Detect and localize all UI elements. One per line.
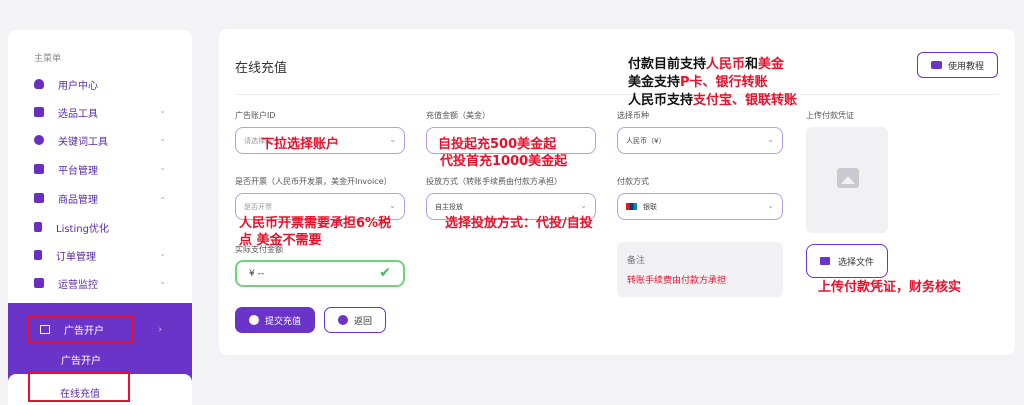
doc-icon [34, 222, 42, 232]
recharge-card: 在线充值 使用教程 广告账户ID 请选择账户 ⌄ 充值金额（美金） 选择币种 人… [219, 29, 1015, 355]
sidebar-item-label: 平台管理 [58, 165, 98, 177]
sidebar-item-label: 运营监控 [58, 279, 98, 291]
box-icon [34, 193, 44, 203]
chevron-down-icon: ⌄ [159, 163, 166, 172]
divider [235, 94, 999, 95]
upload-preview[interactable] [806, 127, 888, 233]
sidebar-item-label: 关键词工具 [58, 136, 108, 148]
sidebar-item-orders[interactable]: 订单管理 ⌄ [16, 244, 184, 266]
chart-icon [34, 278, 44, 288]
tutorial-button-label: 使用教程 [947, 61, 984, 72]
invoice-placeholder: 是否开票 [244, 202, 272, 211]
video-icon [930, 61, 942, 69]
payment-label: 付款方式 [617, 177, 649, 186]
chat-icon [34, 135, 44, 145]
sidebar-item-product-tools[interactable]: 选品工具 ⌄ [16, 101, 184, 123]
note-title: 备注 [627, 256, 646, 266]
chevron-down-icon: ⌄ [159, 192, 166, 201]
amount-label: 充值金额（美金） [426, 111, 490, 120]
ad-account-label: 广告账户ID [235, 111, 276, 120]
sidebar-item-ad-account[interactable]: 广告开户 [28, 315, 134, 343]
currency-value: 人民币（¥） [626, 136, 666, 145]
monitor-icon [34, 164, 44, 174]
actual-amount-value: ¥ -- [249, 268, 265, 279]
sidebar-ad-section: 广告开户 › 广告开户 在线充值 [8, 303, 192, 405]
note-text: 转账手续费由付款方承担 [627, 276, 727, 286]
note-box: 备注 转账手续费由付款方承担 [617, 242, 783, 297]
sidebar-item-label: 广告开户 [64, 325, 104, 337]
sidebar-item-label: 订单管理 [56, 251, 96, 263]
sidebar-item-products[interactable]: 商品管理 ⌄ [16, 187, 184, 209]
annotation-delivery-hint: 选择投放方式：代投/自投 [445, 216, 593, 231]
sidebar-item-label: 商品管理 [58, 194, 98, 206]
currency-select[interactable]: 人民币（¥） ⌄ [617, 127, 783, 154]
chevron-down-icon: ⌄ [767, 201, 774, 210]
sidebar-item-user-center[interactable]: 用户中心 [16, 73, 184, 95]
sidebar-item-label: 用户中心 [58, 80, 98, 92]
image-icon [837, 168, 859, 188]
delivery-label: 投放方式（转账手续费由付款方承担） [426, 177, 562, 186]
annotation-upload-hint: 上传付款凭证，财务核实 [818, 280, 962, 295]
delivery-value: 自主投放 [435, 202, 463, 211]
bag-icon [34, 107, 44, 117]
chevron-down-icon: ⌄ [159, 134, 166, 143]
annotation-tax-2: 点 美金不需要 [239, 233, 322, 248]
annotation-min-amount-2: 代投首充1000美金起 [440, 154, 568, 169]
sidebar-item-label: Listing优化 [56, 223, 109, 235]
chevron-down-icon: ⌄ [580, 201, 587, 210]
submit-label: 提交充值 [264, 316, 301, 327]
cloud-icon [34, 79, 44, 89]
clipboard-icon [34, 250, 42, 260]
currency-label: 选择币种 [617, 111, 649, 120]
sidebar-item-listing[interactable]: Listing优化 [16, 216, 184, 238]
invoice-label: 是否开票（人民币开发票，美金开Invoice） [235, 177, 392, 186]
chevron-down-icon: ⌄ [389, 201, 396, 210]
upload-label: 上传付款凭证 [806, 111, 854, 120]
highlight-box [28, 371, 130, 402]
sidebar-item-keyword-tools[interactable]: 关键词工具 ⌄ [16, 129, 184, 151]
chevron-right-icon: › [158, 325, 162, 335]
sidebar: 主菜单 用户中心 选品工具 ⌄ 关键词工具 ⌄ 平台管理 ⌄ 商品管理 ⌄ Li… [8, 30, 192, 405]
back-arrow-icon [337, 315, 348, 325]
chevron-down-icon: ⌄ [159, 249, 166, 258]
back-button[interactable]: 返回 [324, 307, 386, 333]
chevron-down-icon: ⌄ [159, 277, 166, 286]
payment-value: 银联 [643, 202, 657, 211]
sidebar-subitem-ad-account[interactable]: 广告开户 [61, 352, 101, 367]
unionpay-icon [626, 203, 637, 210]
check-icon: ✔ [379, 265, 391, 281]
folder-icon [819, 257, 830, 265]
annotation-pay-line1: 付款目前支持人民币和美金 [628, 57, 785, 72]
sidebar-item-label: 选品工具 [58, 108, 98, 120]
annotation-pay-line2: 美金支持P卡、银行转账 [628, 75, 768, 90]
submit-button[interactable]: 提交充值 [235, 307, 315, 333]
chevron-down-icon: ⌄ [389, 135, 396, 144]
sidebar-item-platform[interactable]: 平台管理 ⌄ [16, 158, 184, 180]
menu-title: 主菜单 [34, 54, 62, 64]
page-title: 在线充值 [235, 61, 288, 76]
sidebar-item-monitoring[interactable]: 运营监控 ⌄ [16, 272, 184, 294]
check-circle-icon [248, 315, 259, 325]
back-label: 返回 [353, 316, 372, 327]
ad-icon [40, 324, 50, 334]
actual-amount-field: ¥ -- ✔ [235, 260, 405, 287]
chevron-down-icon: ⌄ [159, 106, 166, 115]
choose-file-label: 选择文件 [837, 257, 874, 268]
chevron-down-icon: ⌄ [767, 135, 774, 144]
annotation-pay-line3: 人民币支持支付宝、银联转账 [628, 93, 798, 108]
choose-file-button[interactable]: 选择文件 [806, 244, 888, 278]
annotation-dropdown-hint: 下拉选择账户 [261, 137, 340, 152]
payment-select[interactable]: 银联 ⌄ [617, 193, 783, 220]
tutorial-button[interactable]: 使用教程 [917, 52, 998, 78]
